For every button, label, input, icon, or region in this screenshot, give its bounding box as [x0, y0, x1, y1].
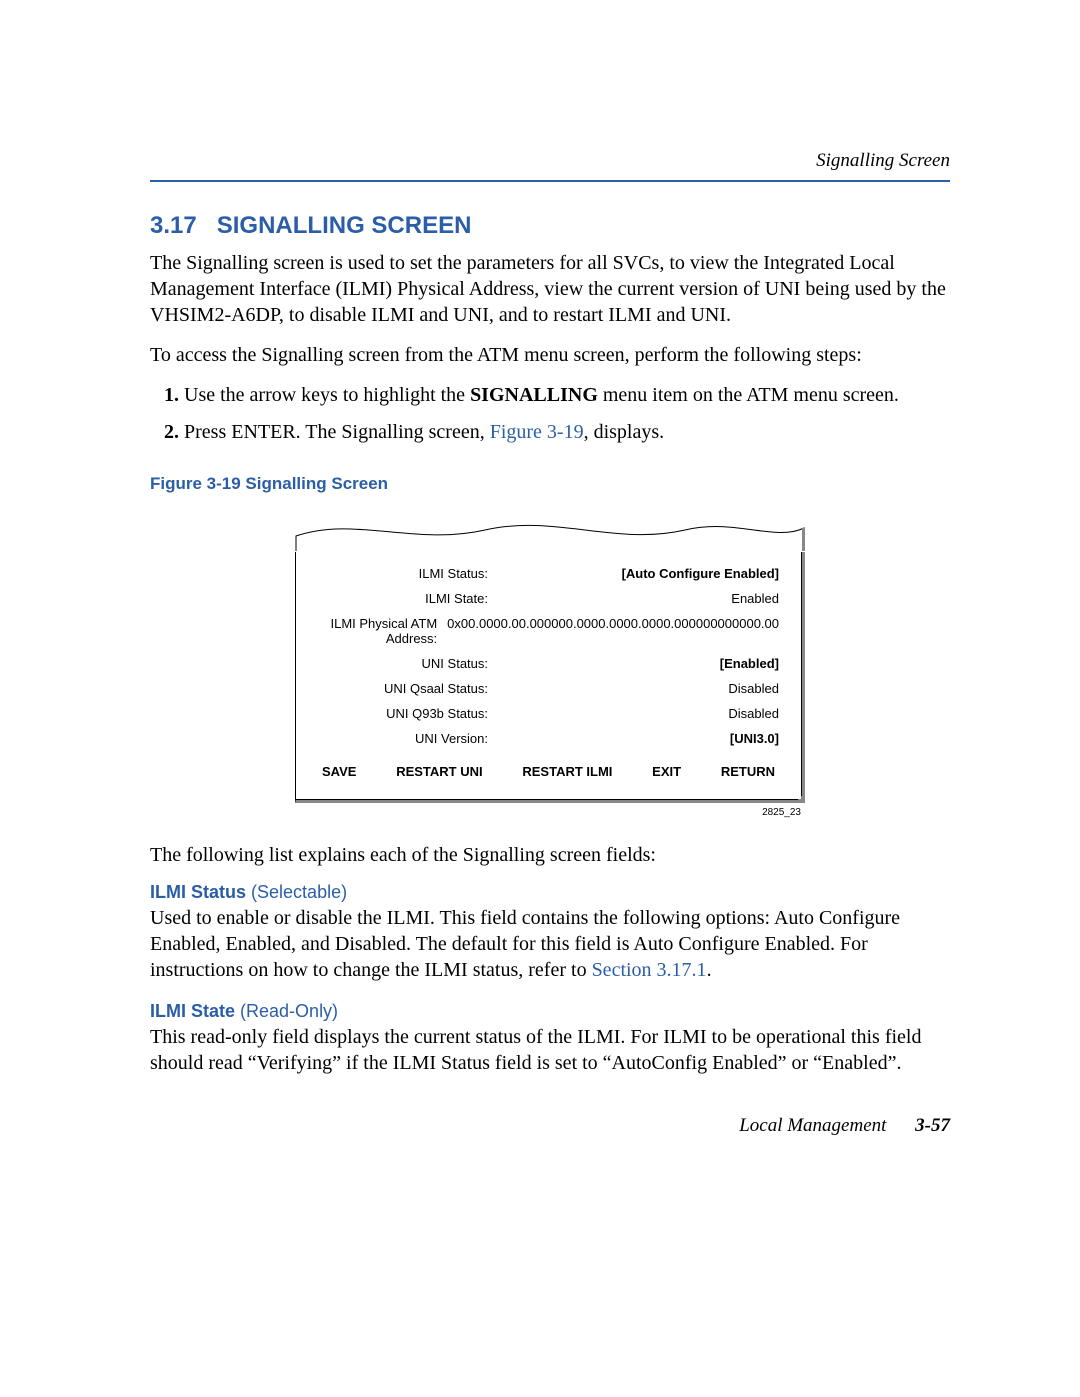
label-ilmi-state: ILMI State: [318, 591, 494, 606]
label-uni-status: UNI Status: [318, 656, 494, 671]
after-figure-paragraph: The following list explains each of the … [150, 842, 950, 868]
section-number: 3.17 [150, 212, 197, 239]
footer-doc-title: Local Management [739, 1115, 886, 1136]
field-name-ilmi-status: ILMI Status [150, 882, 246, 902]
action-save: SAVE [322, 764, 356, 779]
footer-page-number: 3-57 [915, 1115, 950, 1136]
field-desc-ilmi-status: Used to enable or disable the ILMI. This… [150, 905, 950, 983]
action-return: RETURN [721, 764, 775, 779]
field-head-ilmi-status: ILMI Status (Selectable) [150, 882, 950, 903]
section-title: SIGNALLING SCREEN [217, 212, 472, 239]
step-1-post: menu item on the ATM menu screen. [598, 384, 899, 406]
field-desc-ilmi-state: This read-only field displays the curren… [150, 1024, 950, 1076]
terminal-box: ILMI Status: [Auto Configure Enabled] IL… [295, 552, 805, 803]
header-rule [150, 180, 950, 182]
running-header: Signalling Screen [150, 150, 950, 172]
label-uni-q93b: UNI Q93b Status: [318, 706, 494, 721]
access-paragraph: To access the Signalling screen from the… [150, 342, 950, 368]
steps-list: Use the arrow keys to highlight the SIGN… [150, 382, 950, 446]
torn-edge-icon [295, 512, 805, 552]
field-tag-ilmi-status: (Selectable) [251, 882, 347, 902]
row-uni-qsaal: UNI Qsaal Status: Disabled [318, 681, 779, 696]
field-tag-ilmi-state: (Read-Only) [240, 1001, 338, 1021]
step-1-bold: SIGNALLING [470, 384, 598, 406]
row-ilmi-addr: ILMI Physical ATM Address: 0x00.0000.00.… [318, 616, 779, 646]
label-ilmi-addr: ILMI Physical ATM Address: [318, 616, 443, 646]
field-head-ilmi-state: ILMI State (Read-Only) [150, 1001, 950, 1022]
value-uni-q93b: Disabled [494, 706, 779, 721]
value-ilmi-status: [Auto Configure Enabled] [494, 566, 779, 581]
step-2-pre: Press ENTER. The Signalling screen, [184, 421, 490, 443]
step-2-post: , displays. [584, 421, 665, 443]
ilmi-status-desc-pre: Used to enable or disable the ILMI. This… [150, 907, 900, 981]
row-uni-q93b: UNI Q93b Status: Disabled [318, 706, 779, 721]
row-uni-status: UNI Status: [Enabled] [318, 656, 779, 671]
action-restart-uni: RESTART UNI [396, 764, 482, 779]
row-ilmi-status: ILMI Status: [Auto Configure Enabled] [318, 566, 779, 581]
field-name-ilmi-state: ILMI State [150, 1001, 235, 1021]
value-ilmi-state: Enabled [494, 591, 779, 606]
figure-ref-link[interactable]: Figure 3-19 [490, 421, 584, 443]
figure-caption: Figure 3-19 Signalling Screen [150, 474, 950, 494]
figure-wrap: ILMI Status: [Auto Configure Enabled] IL… [295, 512, 805, 818]
step-1-pre: Use the arrow keys to highlight the [184, 384, 470, 406]
action-exit: EXIT [652, 764, 681, 779]
action-restart-ilmi: RESTART ILMI [522, 764, 612, 779]
label-uni-version: UNI Version: [318, 731, 494, 746]
row-uni-version: UNI Version: [UNI3.0] [318, 731, 779, 746]
figure-art-id: 2825_23 [295, 807, 805, 818]
value-uni-version: [UNI3.0] [494, 731, 779, 746]
action-bar: SAVE RESTART UNI RESTART ILMI EXIT RETUR… [318, 764, 779, 779]
intro-paragraph: The Signalling screen is used to set the… [150, 250, 950, 328]
ilmi-status-desc-post: . [707, 959, 712, 981]
label-ilmi-status: ILMI Status: [318, 566, 494, 581]
label-uni-qsaal: UNI Qsaal Status: [318, 681, 494, 696]
value-uni-status: [Enabled] [494, 656, 779, 671]
step-2: Press ENTER. The Signalling screen, Figu… [184, 419, 950, 446]
row-ilmi-state: ILMI State: Enabled [318, 591, 779, 606]
page-footer: Local Management 3-57 [739, 1115, 950, 1137]
value-ilmi-addr: 0x00.0000.00.000000.0000.0000.0000.00000… [443, 616, 779, 631]
section-heading: 3.17 SIGNALLING SCREEN [150, 212, 950, 240]
step-1: Use the arrow keys to highlight the SIGN… [184, 382, 950, 409]
value-uni-qsaal: Disabled [494, 681, 779, 696]
section-ref-link[interactable]: Section 3.17.1 [592, 959, 707, 981]
